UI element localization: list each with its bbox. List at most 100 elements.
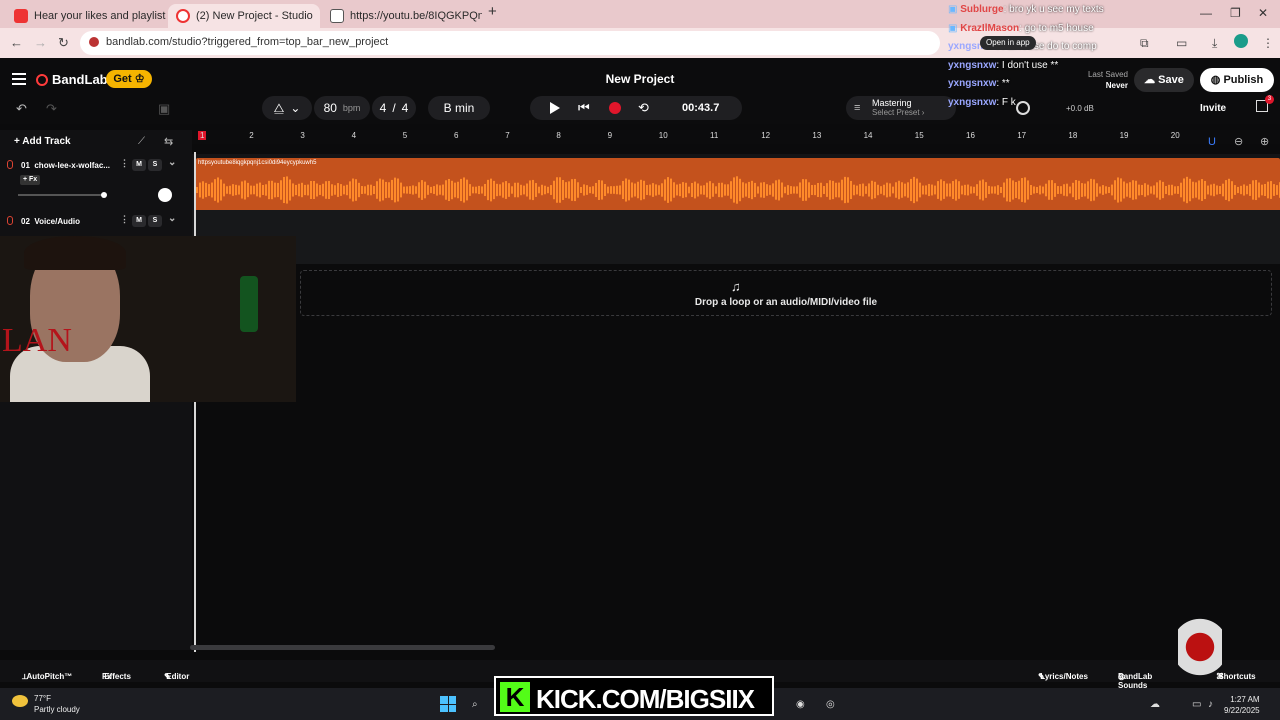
solo-button[interactable]: S bbox=[148, 215, 162, 227]
mixer-settings-icon[interactable]: ⇆ bbox=[164, 135, 173, 148]
track-menu-icon[interactable]: ⋮ bbox=[120, 158, 129, 169]
waveform-bar bbox=[337, 183, 339, 197]
weather-widget[interactable]: 77°F Partly cloudy bbox=[34, 693, 80, 715]
mastering-button[interactable]: Mastering Select Preset › bbox=[846, 96, 956, 120]
add-track-button[interactable]: + Add Track bbox=[14, 136, 71, 147]
windows-start-icon[interactable] bbox=[440, 696, 456, 712]
chevron-down-icon[interactable]: ⌄ bbox=[168, 157, 176, 168]
waveform-bar bbox=[568, 181, 570, 199]
track-volume-slider[interactable] bbox=[18, 192, 107, 198]
waveform-bar bbox=[646, 185, 648, 195]
editor-button[interactable]: ✎ Editor bbox=[164, 666, 189, 681]
playhead[interactable] bbox=[194, 152, 196, 652]
tab-title: Hear your likes and playlists, an bbox=[34, 10, 166, 22]
open-in-app-button[interactable]: Open in app bbox=[980, 36, 1036, 50]
waveform-bar bbox=[829, 180, 831, 200]
waveform-bar bbox=[1024, 177, 1026, 203]
waveform-bar bbox=[583, 184, 585, 196]
site-info-icon[interactable] bbox=[89, 37, 99, 47]
track-row[interactable]: 01 chow-lee-x-wolfac... ⋮ M S ⌄ + Fx bbox=[0, 157, 192, 208]
audio-region[interactable]: httpsyoutube8iqgkpqnj1csi0di94eycypkuwh5 bbox=[196, 158, 1280, 212]
zoom-out-icon[interactable]: ⊖ bbox=[1234, 135, 1243, 148]
hamburger-menu-icon[interactable] bbox=[12, 73, 26, 88]
drop-zone[interactable]: ♫ Drop a loop or an audio/MIDI/video fil… bbox=[300, 270, 1272, 316]
tab-bandlab-studio[interactable]: (2) New Project - Studio ✕ bbox=[168, 4, 320, 28]
project-title[interactable]: New Project bbox=[540, 72, 740, 86]
waveform-bar bbox=[607, 186, 609, 194]
horizontal-scrollbar[interactable] bbox=[190, 645, 495, 650]
waveform-bar bbox=[388, 182, 390, 198]
tab-youtube-music[interactable]: Hear your likes and playlists, an ✕ bbox=[6, 4, 166, 28]
play-icon[interactable] bbox=[550, 102, 560, 114]
onedrive-icon[interactable]: ☁ bbox=[1150, 699, 1160, 710]
network-icon[interactable]: ▭ bbox=[1192, 699, 1201, 710]
magnet-snap-icon[interactable]: U bbox=[1208, 136, 1216, 148]
bar-number: 12 bbox=[761, 131, 771, 140]
effects-button[interactable]: Fx Effects bbox=[102, 666, 131, 681]
track-name[interactable]: 02 Voice/Audio bbox=[21, 217, 80, 226]
mute-button[interactable]: M bbox=[132, 215, 146, 227]
waveform-bar bbox=[421, 180, 423, 200]
solo-button[interactable]: S bbox=[148, 159, 162, 171]
waveform-bar bbox=[1186, 176, 1188, 204]
waveform-bar bbox=[328, 180, 330, 200]
pan-knob[interactable] bbox=[158, 188, 172, 202]
url-field[interactable]: bandlab.com/studio?triggered_from=top_ba… bbox=[80, 31, 940, 55]
new-tab-button[interactable]: + bbox=[488, 3, 497, 20]
plus-icon: + bbox=[14, 136, 20, 147]
waveform-bar bbox=[691, 183, 693, 197]
waveform-bar bbox=[1261, 184, 1263, 196]
waveform-bar bbox=[1168, 184, 1170, 196]
track-menu-icon[interactable]: ⋮ bbox=[120, 214, 129, 225]
discord-icon[interactable]: ◉ bbox=[796, 699, 805, 710]
chrome-icon[interactable]: ◎ bbox=[826, 699, 835, 710]
lyrics-notes-button[interactable]: ✎ Lyrics/Notes bbox=[1038, 666, 1088, 681]
mute-button[interactable]: M bbox=[132, 159, 146, 171]
autopitch-button[interactable]: ⟂ AutoPitch™ bbox=[22, 666, 72, 681]
loop-icon[interactable]: ⟲ bbox=[638, 100, 649, 116]
timeline-ruler[interactable]: 1 2 3 4 5 6 7 8 9 10 11 12 13 14 15 16 17 18 19 20 bbox=[192, 130, 1280, 144]
waveform-bar bbox=[619, 185, 621, 195]
waveform-bar bbox=[409, 186, 411, 194]
waveform-bar bbox=[265, 184, 267, 196]
bandlab-logo[interactable]: BandLab bbox=[36, 72, 108, 87]
get-membership-button[interactable]: Get ♔ bbox=[106, 70, 152, 88]
system-clock[interactable]: 1:27 AM 9/22/2025 bbox=[1224, 694, 1260, 716]
key-selector[interactable]: B min bbox=[428, 96, 490, 120]
waveform-bar bbox=[232, 184, 234, 196]
chevron-down-icon[interactable]: ⌄ bbox=[168, 213, 176, 224]
speaker-icon[interactable]: ♪ bbox=[1208, 699, 1213, 710]
forward-icon[interactable]: → bbox=[34, 35, 47, 50]
track-name[interactable]: 01 chow-lee-x-wolfac... bbox=[21, 161, 110, 170]
waveform-bar bbox=[1177, 186, 1179, 194]
tab-youtube-link[interactable]: https://youtu.be/8IQGKPQnJ1c ✕ bbox=[322, 4, 482, 28]
waveform-bar bbox=[1063, 184, 1065, 196]
waveform-bar bbox=[1021, 178, 1023, 202]
waveform-bar bbox=[859, 184, 861, 196]
waveform-bar bbox=[934, 185, 936, 195]
grid-toggle-icon[interactable]: ▣ bbox=[158, 101, 170, 117]
add-fx-button[interactable]: + Fx bbox=[20, 175, 41, 185]
back-icon[interactable]: ← bbox=[10, 35, 23, 50]
metronome-button[interactable]: ⧋ ⌄ bbox=[262, 96, 312, 120]
reload-icon[interactable]: ↻ bbox=[58, 35, 69, 51]
waveform-bar bbox=[535, 183, 537, 197]
search-icon[interactable]: ⌕ bbox=[472, 699, 478, 710]
automation-icon[interactable]: ⟋ bbox=[138, 136, 145, 147]
record-button[interactable] bbox=[609, 102, 621, 114]
waveform-bar bbox=[202, 181, 204, 199]
waveform-bar bbox=[331, 184, 333, 196]
waveform-bar bbox=[811, 185, 813, 195]
bar-number: 3 bbox=[300, 131, 305, 140]
time-signature-field[interactable]: 4/4 bbox=[372, 96, 416, 120]
zoom-in-icon[interactable]: ⊕ bbox=[1260, 135, 1269, 148]
track-lane-empty[interactable] bbox=[192, 210, 1280, 264]
redo-icon[interactable]: ↷ bbox=[46, 101, 57, 117]
tempo-field[interactable]: 80 bpm bbox=[314, 96, 370, 120]
waveform-bar bbox=[322, 183, 324, 197]
waveform-bar bbox=[628, 179, 630, 201]
undo-icon[interactable]: ↶ bbox=[16, 101, 27, 117]
waveform-bar bbox=[799, 182, 801, 198]
waveform-bar bbox=[541, 184, 543, 196]
skip-to-start-icon[interactable]: ⏮ bbox=[578, 100, 590, 116]
